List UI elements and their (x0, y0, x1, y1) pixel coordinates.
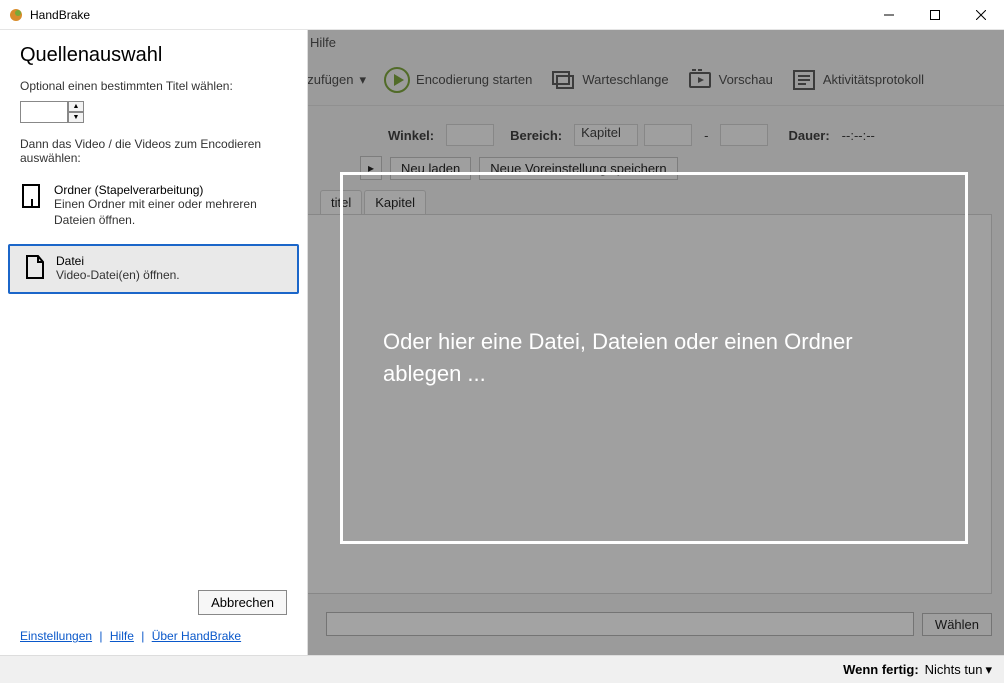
minimize-button[interactable] (866, 0, 912, 30)
source-option-file-text: Datei Video-Datei(en) öffnen. (56, 254, 180, 284)
link-about[interactable]: Über HandBrake (152, 629, 241, 643)
folder-batch-icon (22, 183, 44, 209)
spin-down-button[interactable]: ▼ (68, 112, 84, 123)
drop-zone-text: Oder hier eine Datei, Dateien oder einen… (383, 326, 925, 390)
window-controls (866, 0, 1004, 30)
source-selection-panel: Quellenauswahl Optional einen bestimmten… (0, 30, 308, 655)
panel-hint-title: Optional einen bestimmten Titel wählen: (0, 77, 307, 99)
specific-title-spinner[interactable]: ▲ ▼ (20, 101, 307, 123)
window-title: HandBrake (30, 8, 866, 22)
when-done-label: Wenn fertig: (843, 662, 919, 677)
panel-links: Einstellungen | Hilfe | Über HandBrake (20, 629, 287, 643)
source-option-folder-desc: Einen Ordner mit einer oder mehreren Dat… (54, 197, 285, 228)
source-option-file-title: Datei (56, 254, 180, 268)
panel-hint-select: Dann das Video / die Videos zum Encodier… (0, 135, 307, 171)
cancel-button[interactable]: Abbrechen (198, 590, 287, 615)
app-icon (8, 7, 24, 23)
source-option-folder-text: Ordner (Stapelverarbeitung) Einen Ordner… (54, 183, 285, 228)
drop-zone[interactable]: Oder hier eine Datei, Dateien oder einen… (340, 172, 968, 544)
specific-title-input[interactable] (20, 101, 68, 123)
source-option-folder[interactable]: Ordner (Stapelverarbeitung) Einen Ordner… (8, 175, 299, 236)
chevron-down-icon: ▾ (985, 662, 992, 678)
source-option-file-desc: Video-Datei(en) öffnen. (56, 268, 180, 284)
window-titlebar: HandBrake (0, 0, 1004, 30)
panel-footer: Abbrechen Einstellungen | Hilfe | Über H… (0, 580, 307, 655)
statusbar: Wenn fertig: Nichts tun ▾ (0, 655, 1004, 683)
spin-up-button[interactable]: ▲ (68, 101, 84, 112)
spinner-buttons: ▲ ▼ (68, 101, 84, 123)
file-icon (24, 254, 46, 280)
when-done-dropdown[interactable]: Nichts tun ▾ (925, 662, 992, 678)
link-settings[interactable]: Einstellungen (20, 629, 92, 643)
when-done-value: Nichts tun (925, 662, 983, 677)
link-help[interactable]: Hilfe (110, 629, 134, 643)
source-option-folder-title: Ordner (Stapelverarbeitung) (54, 183, 285, 197)
maximize-button[interactable] (912, 0, 958, 30)
panel-heading: Quellenauswahl (0, 30, 307, 77)
close-button[interactable] (958, 0, 1004, 30)
source-option-file[interactable]: Datei Video-Datei(en) öffnen. (8, 244, 299, 294)
